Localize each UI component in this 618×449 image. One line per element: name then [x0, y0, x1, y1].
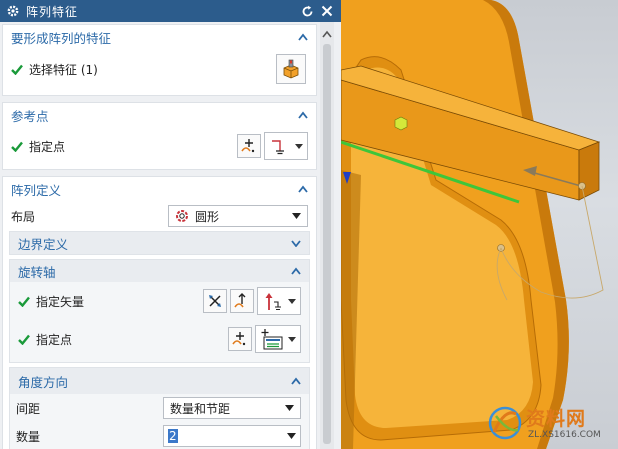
layout-label: 布局 — [11, 209, 36, 224]
axis-vector-label: 指定矢量 — [36, 294, 85, 309]
layout-value: 圆形 — [195, 209, 220, 224]
spacing-select[interactable]: 数量和节距 — [163, 397, 301, 419]
subsection-angle-direction-title: 角度方向 — [18, 374, 69, 390]
pattern-feature-dialog: 阵列特征 要形成阵列的特征 选择特征 (1) 参考点 指定点 阵列定义 布局 圆… — [0, 0, 341, 449]
point-constructor-icon — [232, 332, 246, 346]
watermark-brand: 资料网 — [526, 408, 587, 430]
reverse-direction-icon — [209, 295, 221, 307]
section-features-title: 要形成阵列的特征 — [11, 30, 112, 46]
axis-point-type-dropdown[interactable] — [255, 325, 301, 353]
chevron-down-icon — [295, 143, 303, 149]
inferred-point-icon — [272, 140, 284, 155]
scrollbar-thumb[interactable] — [323, 44, 331, 444]
ref-point-row: 指定点 — [3, 127, 316, 165]
watermark: 资料网 ZL.XS1616.COM — [486, 402, 614, 444]
reset-icon — [302, 5, 312, 16]
check-icon — [11, 141, 23, 152]
point-constructor-icon — [241, 139, 255, 153]
chevron-down-icon — [291, 240, 301, 247]
watermark-logo-icon — [488, 406, 522, 440]
close-icon — [321, 5, 333, 17]
chevron-up-icon — [298, 185, 308, 193]
feature-marker — [394, 116, 408, 131]
check-icon — [11, 64, 23, 75]
inferred-vector-icon — [265, 293, 281, 311]
subsection-rotation-axis-title: 旋转轴 — [18, 264, 56, 280]
check-icon — [18, 296, 30, 307]
section-pattern-def: 阵列定义 布局 圆形 边界定义 旋转轴 指定矢量 指定点 角度方向 间距 数量和… — [2, 176, 317, 449]
feature-cube-icon — [283, 59, 299, 79]
vertical-scrollbar[interactable] — [320, 22, 334, 449]
section-ref-point: 参考点 指定点 — [2, 102, 317, 170]
chevron-up-icon — [298, 111, 308, 119]
chevron-up-icon[interactable] — [322, 30, 332, 38]
chevron-up-icon — [291, 377, 301, 385]
section-features-header[interactable]: 要形成阵列的特征 — [3, 25, 316, 49]
subsection-boundary-title: 边界定义 — [18, 236, 69, 252]
section-ref-point-title: 参考点 — [11, 108, 49, 124]
chevron-up-icon — [298, 33, 308, 41]
layout-row: 布局 圆形 — [3, 201, 316, 231]
axis-point-dialog-button[interactable] — [228, 327, 252, 351]
subsection-boundary-header[interactable]: 边界定义 — [10, 232, 309, 254]
chevron-down-icon — [288, 336, 296, 342]
count-value[interactable]: 2 — [168, 429, 178, 443]
count-input[interactable]: 2 — [163, 425, 301, 447]
graphics-viewport[interactable] — [341, 0, 618, 449]
axis-point-label: 指定点 — [36, 332, 73, 347]
model-render — [341, 0, 604, 449]
reset-button[interactable] — [299, 3, 315, 19]
select-feature-row: 选择特征 (1) — [3, 49, 316, 89]
arm-end — [578, 141, 600, 201]
section-ref-point-header[interactable]: 参考点 — [3, 103, 316, 127]
dialog-content: 要形成阵列的特征 选择特征 (1) 参考点 指定点 阵列定义 布局 圆形 边界定… — [2, 24, 317, 449]
subsection-angle-direction: 角度方向 间距 数量和节距 数量 2 — [9, 367, 310, 449]
spacing-value: 数量和节距 — [170, 401, 231, 416]
watermark-url: ZL.XS1616.COM — [528, 430, 601, 440]
circular-layout-icon — [176, 210, 188, 222]
section-features: 要形成阵列的特征 选择特征 (1) — [2, 24, 317, 96]
spacing-row: 间距 数量和节距 — [10, 394, 309, 422]
point-type-dropdown[interactable] — [264, 132, 308, 160]
section-pattern-def-title: 阵列定义 — [11, 182, 62, 198]
dialog-title: 阵列特征 — [26, 4, 79, 19]
subsection-angle-direction-header[interactable]: 角度方向 — [10, 368, 309, 394]
arc-center-point-icon — [261, 329, 283, 350]
subsection-boundary: 边界定义 — [9, 231, 310, 255]
axis-vector-row: 指定矢量 — [10, 282, 309, 320]
dialog-titlebar: 阵列特征 — [0, 0, 341, 22]
chevron-up-icon — [291, 267, 301, 275]
ref-point-label: 指定点 — [29, 139, 66, 154]
vector-constructor-icon — [234, 293, 246, 308]
chevron-down-icon — [288, 298, 296, 304]
vector-dialog-button[interactable] — [230, 289, 254, 313]
spacing-label: 间距 — [16, 401, 41, 416]
select-feature-label: 选择特征 (1) — [29, 62, 98, 77]
vector-type-dropdown[interactable] — [257, 287, 301, 315]
layout-select[interactable]: 圆形 — [168, 205, 308, 227]
check-icon — [18, 334, 30, 345]
subsection-rotation-axis: 旋转轴 指定矢量 指定点 — [9, 259, 310, 363]
count-label: 数量 — [16, 429, 41, 444]
reverse-direction-button[interactable] — [203, 289, 227, 313]
chevron-down-icon[interactable] — [287, 433, 296, 439]
point-dialog-button[interactable] — [237, 134, 261, 158]
dialog-scroll-area[interactable]: 要形成阵列的特征 选择特征 (1) 参考点 指定点 阵列定义 布局 圆形 边界定… — [0, 22, 341, 449]
subsection-rotation-axis-header[interactable]: 旋转轴 — [10, 260, 309, 282]
count-row: 数量 2 — [10, 422, 309, 449]
section-pattern-def-header[interactable]: 阵列定义 — [3, 177, 316, 201]
chevron-down-icon — [285, 405, 294, 411]
select-feature-button[interactable] — [276, 54, 306, 84]
close-button[interactable] — [319, 3, 335, 19]
axis-point-row: 指定点 — [10, 320, 309, 358]
chevron-down-icon — [292, 213, 301, 219]
gear-icon — [7, 5, 19, 17]
